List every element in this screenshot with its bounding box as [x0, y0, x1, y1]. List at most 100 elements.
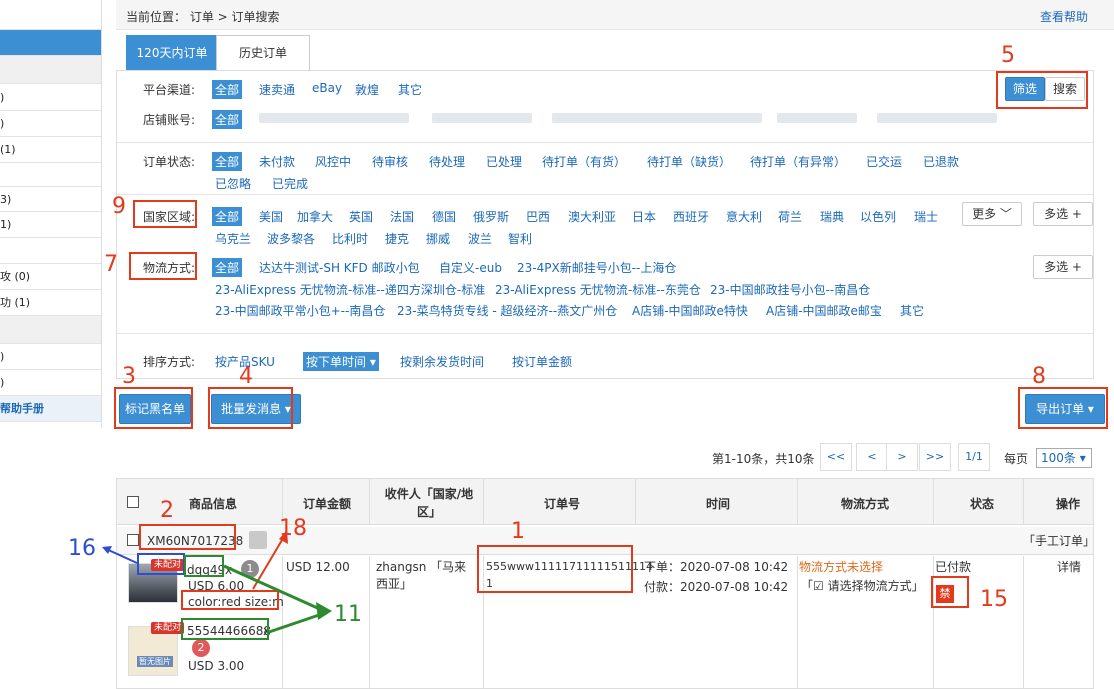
country-option-10[interactable]: 西班牙 [673, 208, 709, 225]
sort-by-order-amount[interactable]: 按订单金额 [512, 353, 572, 370]
sidebar-item[interactable]: 3) [0, 187, 101, 212]
status-option-0[interactable]: 全部 [212, 152, 243, 171]
flag-icon[interactable] [249, 531, 267, 549]
help-link[interactable]: 查看帮助 [1040, 8, 1088, 25]
country-option-14[interactable]: 以色列 [860, 208, 896, 225]
order-id-link[interactable]: XM60N7017238 [147, 533, 243, 549]
country-option-row2-1[interactable]: 波多黎各 [267, 230, 315, 247]
shipping-option-0[interactable]: 全部 [212, 258, 243, 277]
status-option-5[interactable]: 已处理 [486, 153, 522, 170]
pager-next[interactable]: > [886, 443, 918, 471]
platform-option-other[interactable]: 其它 [398, 81, 422, 98]
status-option-6[interactable]: 待打单（有货） [542, 153, 626, 170]
export-orders-button[interactable]: 导出订单 ▾ [1025, 394, 1105, 424]
country-option-9[interactable]: 日本 [632, 208, 656, 225]
country-option-2[interactable]: 加拿大 [297, 208, 333, 225]
sidebar-item[interactable]: ) [0, 84, 101, 111]
country-option-row2-3[interactable]: 捷克 [385, 230, 409, 247]
country-option-row2-4[interactable]: 挪威 [426, 230, 450, 247]
order-number-link[interactable]: 555www11111711111511114 [486, 559, 653, 575]
shipping-option-row3-1[interactable]: 23-菜鸟特货专线 - 超级经济--燕文广州仓 [397, 302, 617, 319]
batch-message-button[interactable]: 批量发消息 ▾ [211, 394, 301, 424]
shipping-option-row2-1[interactable]: 23-AliExpress 无忧物流-标准--东莞仓 [495, 281, 701, 298]
status-option-2[interactable]: 风控中 [315, 153, 351, 170]
status-option-4[interactable]: 待处理 [429, 153, 465, 170]
shipping-option-row2-2[interactable]: 23-中国邮政挂号小包--南昌仓 [710, 281, 870, 298]
country-option-7[interactable]: 巴西 [526, 208, 550, 225]
country-multiselect-button[interactable]: 多选 + [1033, 202, 1093, 226]
status-option-ignored[interactable]: 已忽略 [215, 175, 251, 192]
country-option-13[interactable]: 瑞典 [820, 208, 844, 225]
country-option-8[interactable]: 澳大利亚 [568, 208, 616, 225]
sidebar-item[interactable]: 1) [0, 212, 101, 238]
status-option-7[interactable]: 待打单（缺货） [647, 153, 731, 170]
status-option-1[interactable]: 未付款 [259, 153, 295, 170]
item-sku-link[interactable]: dqq49 [187, 562, 225, 578]
sidebar-item[interactable]: 功 (1) [0, 290, 101, 316]
shipping-option-row2-0[interactable]: 23-AliExpress 无忧物流-标准--递四方深圳仓-标准 [215, 281, 485, 298]
filter-button[interactable]: 筛选 [1005, 77, 1045, 101]
shipping-option-1[interactable]: 达达牛测试-SH KFD 邮政小包 [259, 259, 420, 276]
detail-link[interactable]: 详情 [1057, 559, 1081, 575]
pager-first[interactable]: << [820, 443, 852, 471]
country-option-15[interactable]: 瑞士 [914, 208, 938, 225]
order-checkbox[interactable] [127, 534, 139, 546]
status-option-completed[interactable]: 已完成 [272, 175, 308, 192]
country-option-12[interactable]: 荷兰 [778, 208, 802, 225]
country-option-row2-6[interactable]: 智利 [508, 230, 532, 247]
store-option-all[interactable]: 全部 [212, 110, 243, 129]
country-option-6[interactable]: 俄罗斯 [473, 208, 509, 225]
sidebar-item[interactable] [0, 30, 101, 56]
country-option-row2-0[interactable]: 乌克兰 [215, 230, 251, 247]
country-option-5[interactable]: 德国 [432, 208, 456, 225]
status-option-10[interactable]: 已退款 [923, 153, 959, 170]
status-option-3[interactable]: 待审核 [372, 153, 408, 170]
sidebar-item[interactable]: (1) [0, 137, 101, 163]
country-option-row2-5[interactable]: 波兰 [468, 230, 492, 247]
country-option-4[interactable]: 法国 [390, 208, 414, 225]
more-countries-button[interactable]: 更多 ﹀ [962, 202, 1022, 226]
choose-shipping-link[interactable]: 「☑ 请选择物流方式」 [801, 578, 924, 594]
country-option-11[interactable]: 意大利 [726, 208, 762, 225]
sidebar-item[interactable]: ) [0, 344, 101, 370]
mark-blacklist-button[interactable]: 标记黑名单 [119, 394, 191, 424]
country-option-1[interactable]: 美国 [259, 208, 283, 225]
country-option-0[interactable]: 全部 [212, 207, 243, 226]
shipping-option-3[interactable]: 23-4PX新邮挂号小包--上海仓 [517, 259, 676, 276]
platform-option-ebay[interactable]: eBay [312, 81, 342, 95]
sort-by-order-time[interactable]: 按下单时间 ▾ [303, 352, 379, 371]
platform-option-aliexpress[interactable]: 速卖通 [259, 81, 295, 98]
shipping-option-row3-0[interactable]: 23-中国邮政平常小包+--南昌仓 [215, 302, 385, 319]
sidebar-item[interactable] [0, 238, 101, 264]
shipping-option-2[interactable]: 自定义-eub [439, 259, 502, 276]
shipping-option-row3-4[interactable]: 其它 [900, 302, 924, 319]
status-option-9[interactable]: 已交运 [866, 153, 902, 170]
shipping-multiselect-button[interactable]: 多选 + [1033, 255, 1093, 279]
per-page-select[interactable]: 100条 ▾ [1036, 448, 1092, 468]
sidebar-item[interactable]: 帮助手册 [0, 396, 101, 422]
sidebar-item[interactable]: 攻 (0) [0, 264, 101, 290]
search-button[interactable]: 搜索 [1045, 77, 1085, 101]
sidebar-item[interactable]: ) [0, 370, 101, 396]
sidebar-item[interactable] [0, 316, 101, 344]
sidebar-item[interactable] [0, 0, 101, 30]
status-option-8[interactable]: 待打单（有异常） [750, 153, 846, 170]
tab-recent-orders[interactable]: 120天内订单 [126, 35, 218, 71]
country-option-3[interactable]: 英国 [349, 208, 373, 225]
tab-history-orders[interactable]: 历史订单 [216, 35, 310, 71]
shipping-option-row3-2[interactable]: A店铺-中国邮政e特快 [632, 302, 748, 319]
platform-option-dhgate[interactable]: 敦煌 [355, 81, 379, 98]
sort-by-remaining-ship-time[interactable]: 按剩余发货时间 [400, 353, 484, 370]
country-option-row2-2[interactable]: 比利时 [332, 230, 368, 247]
pager-last[interactable]: >> [919, 443, 951, 471]
sidebar-item[interactable] [0, 56, 101, 84]
sidebar-item[interactable] [0, 163, 101, 187]
platform-option-all[interactable]: 全部 [212, 80, 243, 99]
sidebar-item[interactable]: ) [0, 111, 101, 137]
shipping-option-row3-3[interactable]: A店铺-中国邮政e邮宝 [766, 302, 882, 319]
sort-by-sku[interactable]: 按产品SKU [215, 353, 275, 370]
item-sku-link[interactable]: 55544466688 [187, 623, 271, 639]
order-number-link-cont[interactable]: 1 [486, 576, 493, 592]
pager-prev[interactable]: < [856, 443, 888, 471]
select-all-checkbox[interactable] [127, 496, 139, 508]
